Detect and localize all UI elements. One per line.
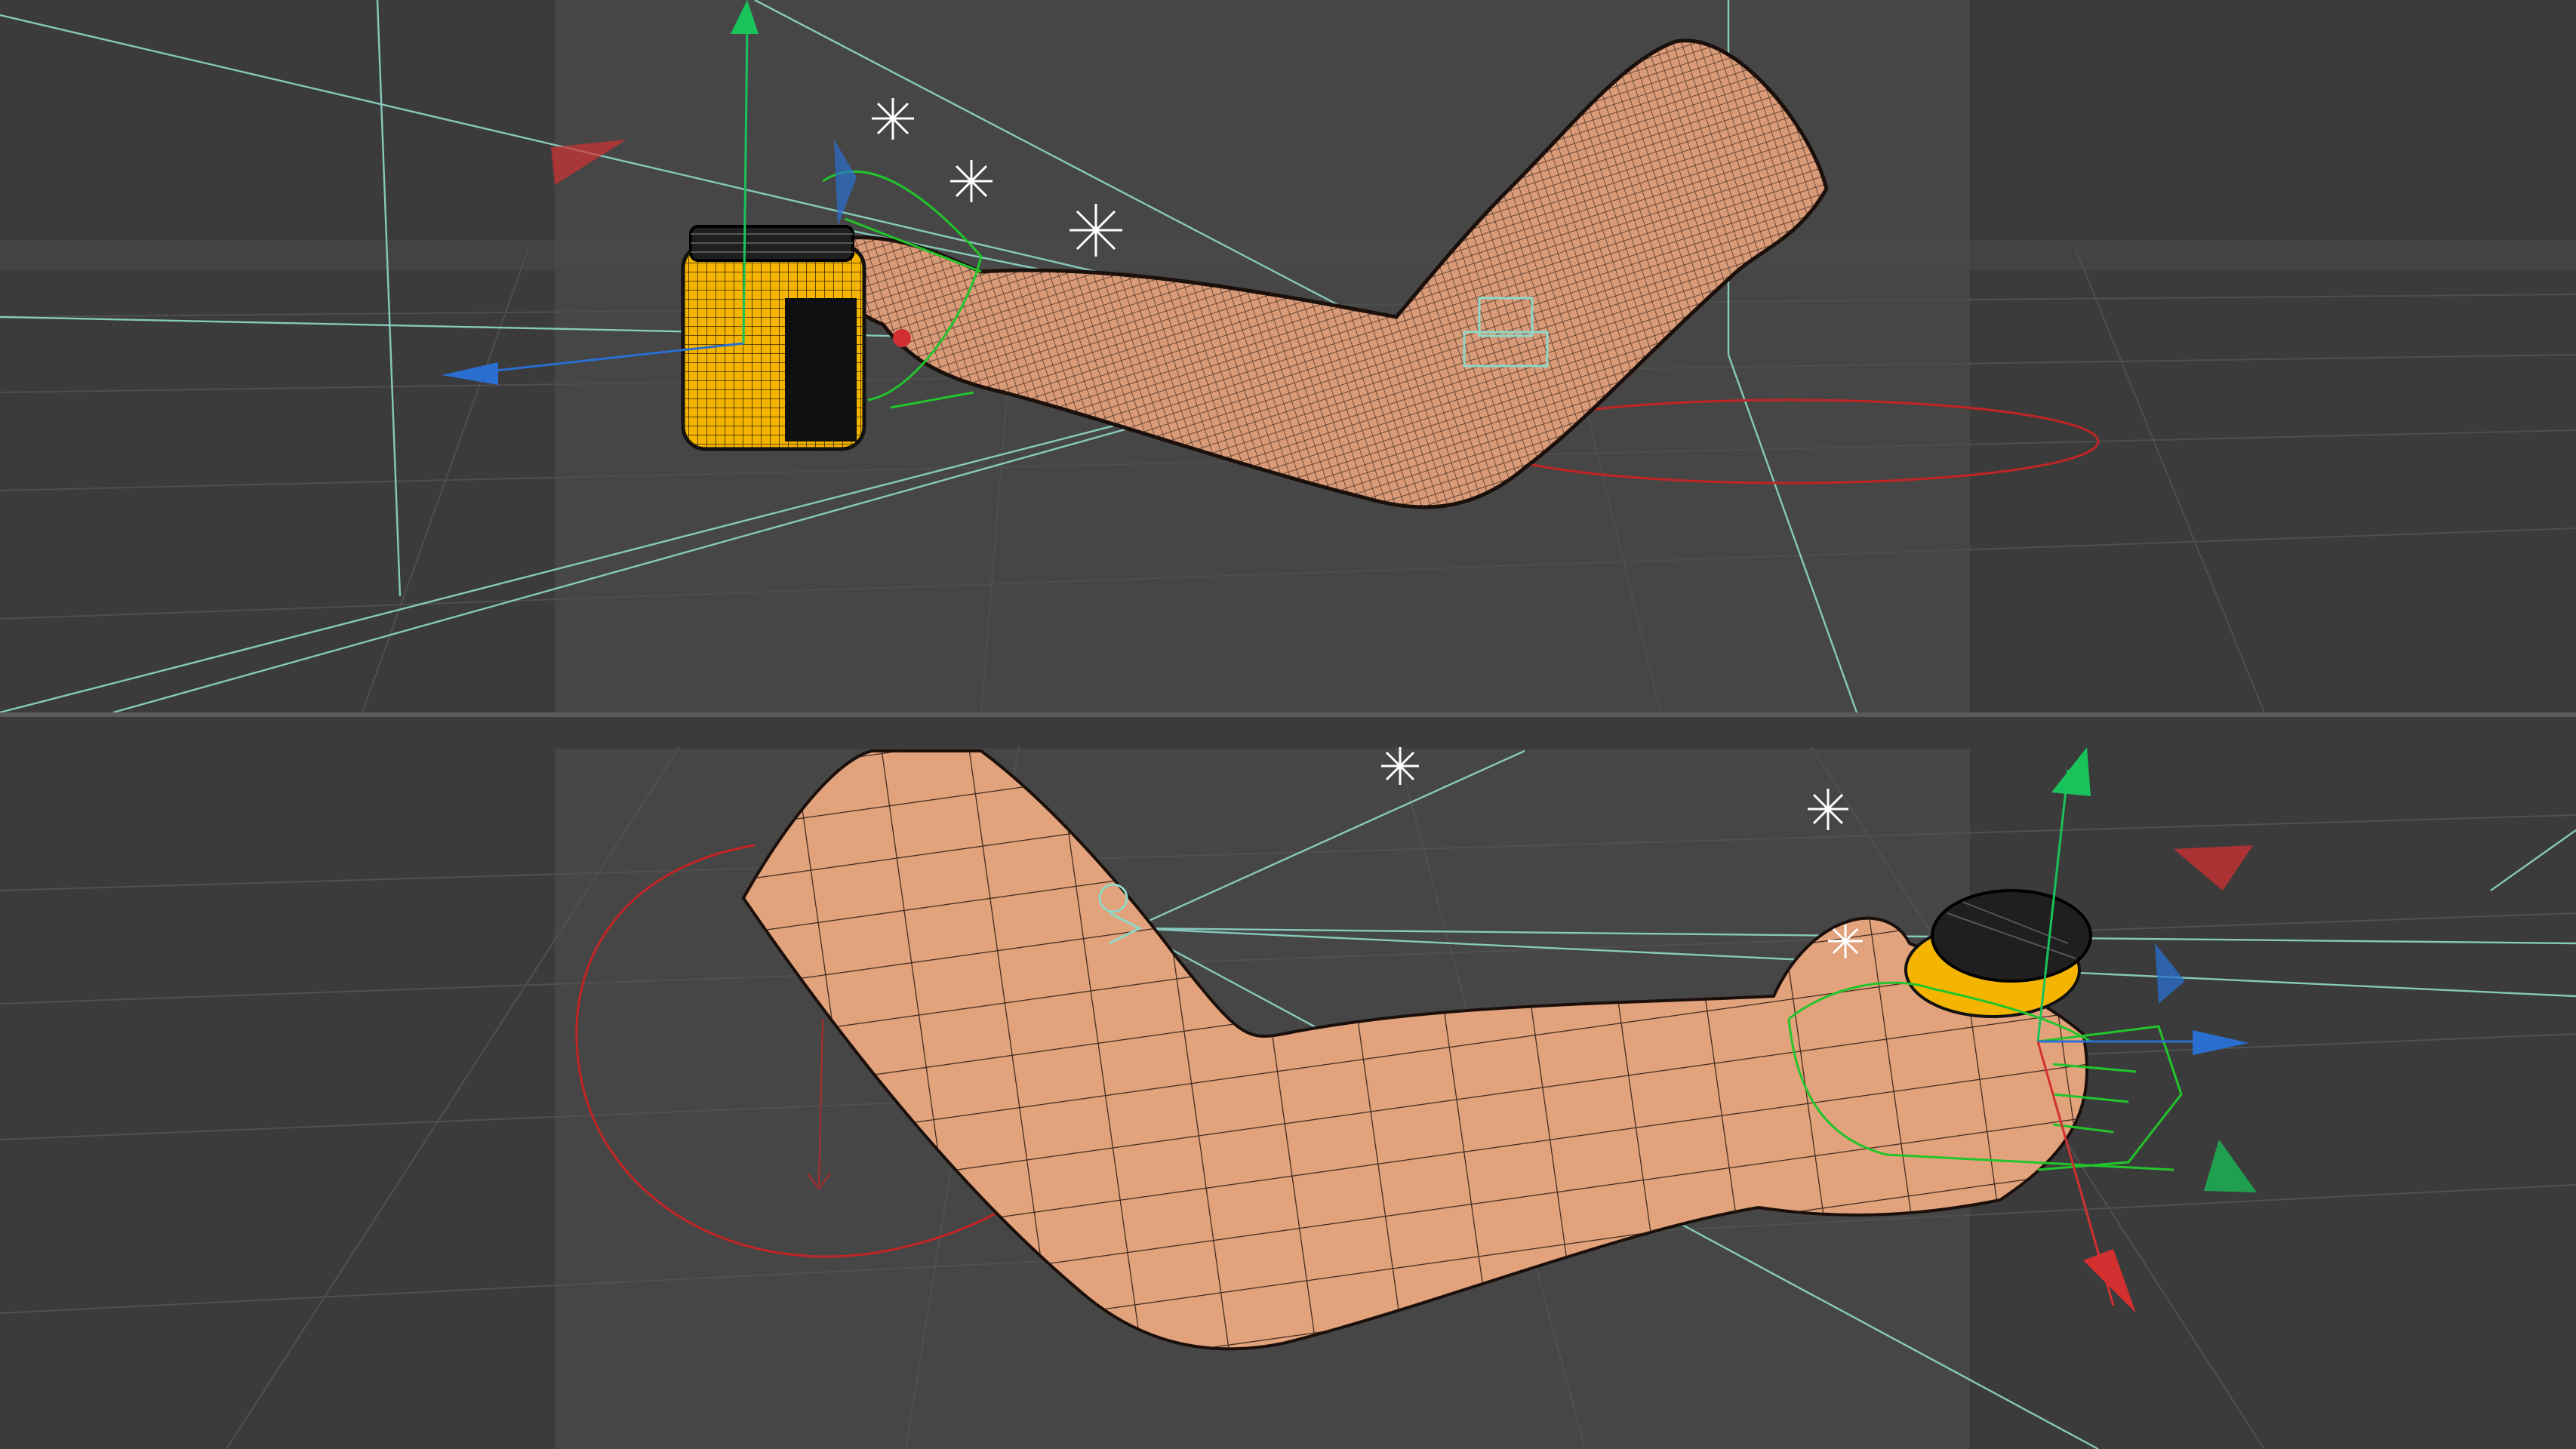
x-axis-handle[interactable] (893, 329, 911, 347)
jar-mesh[interactable] (1904, 889, 2092, 1018)
light-icon[interactable] (1808, 789, 1848, 830)
viewport-top-scene[interactable] (0, 0, 2576, 712)
viewport-bottom-scene[interactable] (0, 717, 2576, 1449)
viewport-top[interactable] (0, 0, 2576, 712)
z-axis-handle[interactable] (442, 362, 498, 385)
rotation-plane-red[interactable] (551, 140, 626, 185)
arm-wireframe (823, 40, 1827, 507)
light-icon[interactable] (1381, 747, 1419, 785)
viewport-bottom[interactable] (0, 717, 2576, 1449)
rotation-plane-red[interactable] (2174, 845, 2253, 891)
light-icon[interactable] (1069, 204, 1122, 257)
x-axis-handle[interactable] (2083, 1249, 2136, 1313)
jar-mesh[interactable] (681, 225, 866, 451)
z-axis-handle[interactable] (2193, 1030, 2249, 1055)
light-icon[interactable] (872, 98, 914, 140)
y-axis-handle[interactable] (731, 0, 759, 34)
light-icon[interactable] (950, 160, 993, 202)
arm-wireframe (743, 751, 2088, 1349)
y-axis-handle[interactable] (2051, 747, 2091, 796)
rotation-plane-blue[interactable] (2155, 943, 2185, 1004)
rotation-plane-green[interactable] (2204, 1140, 2257, 1192)
